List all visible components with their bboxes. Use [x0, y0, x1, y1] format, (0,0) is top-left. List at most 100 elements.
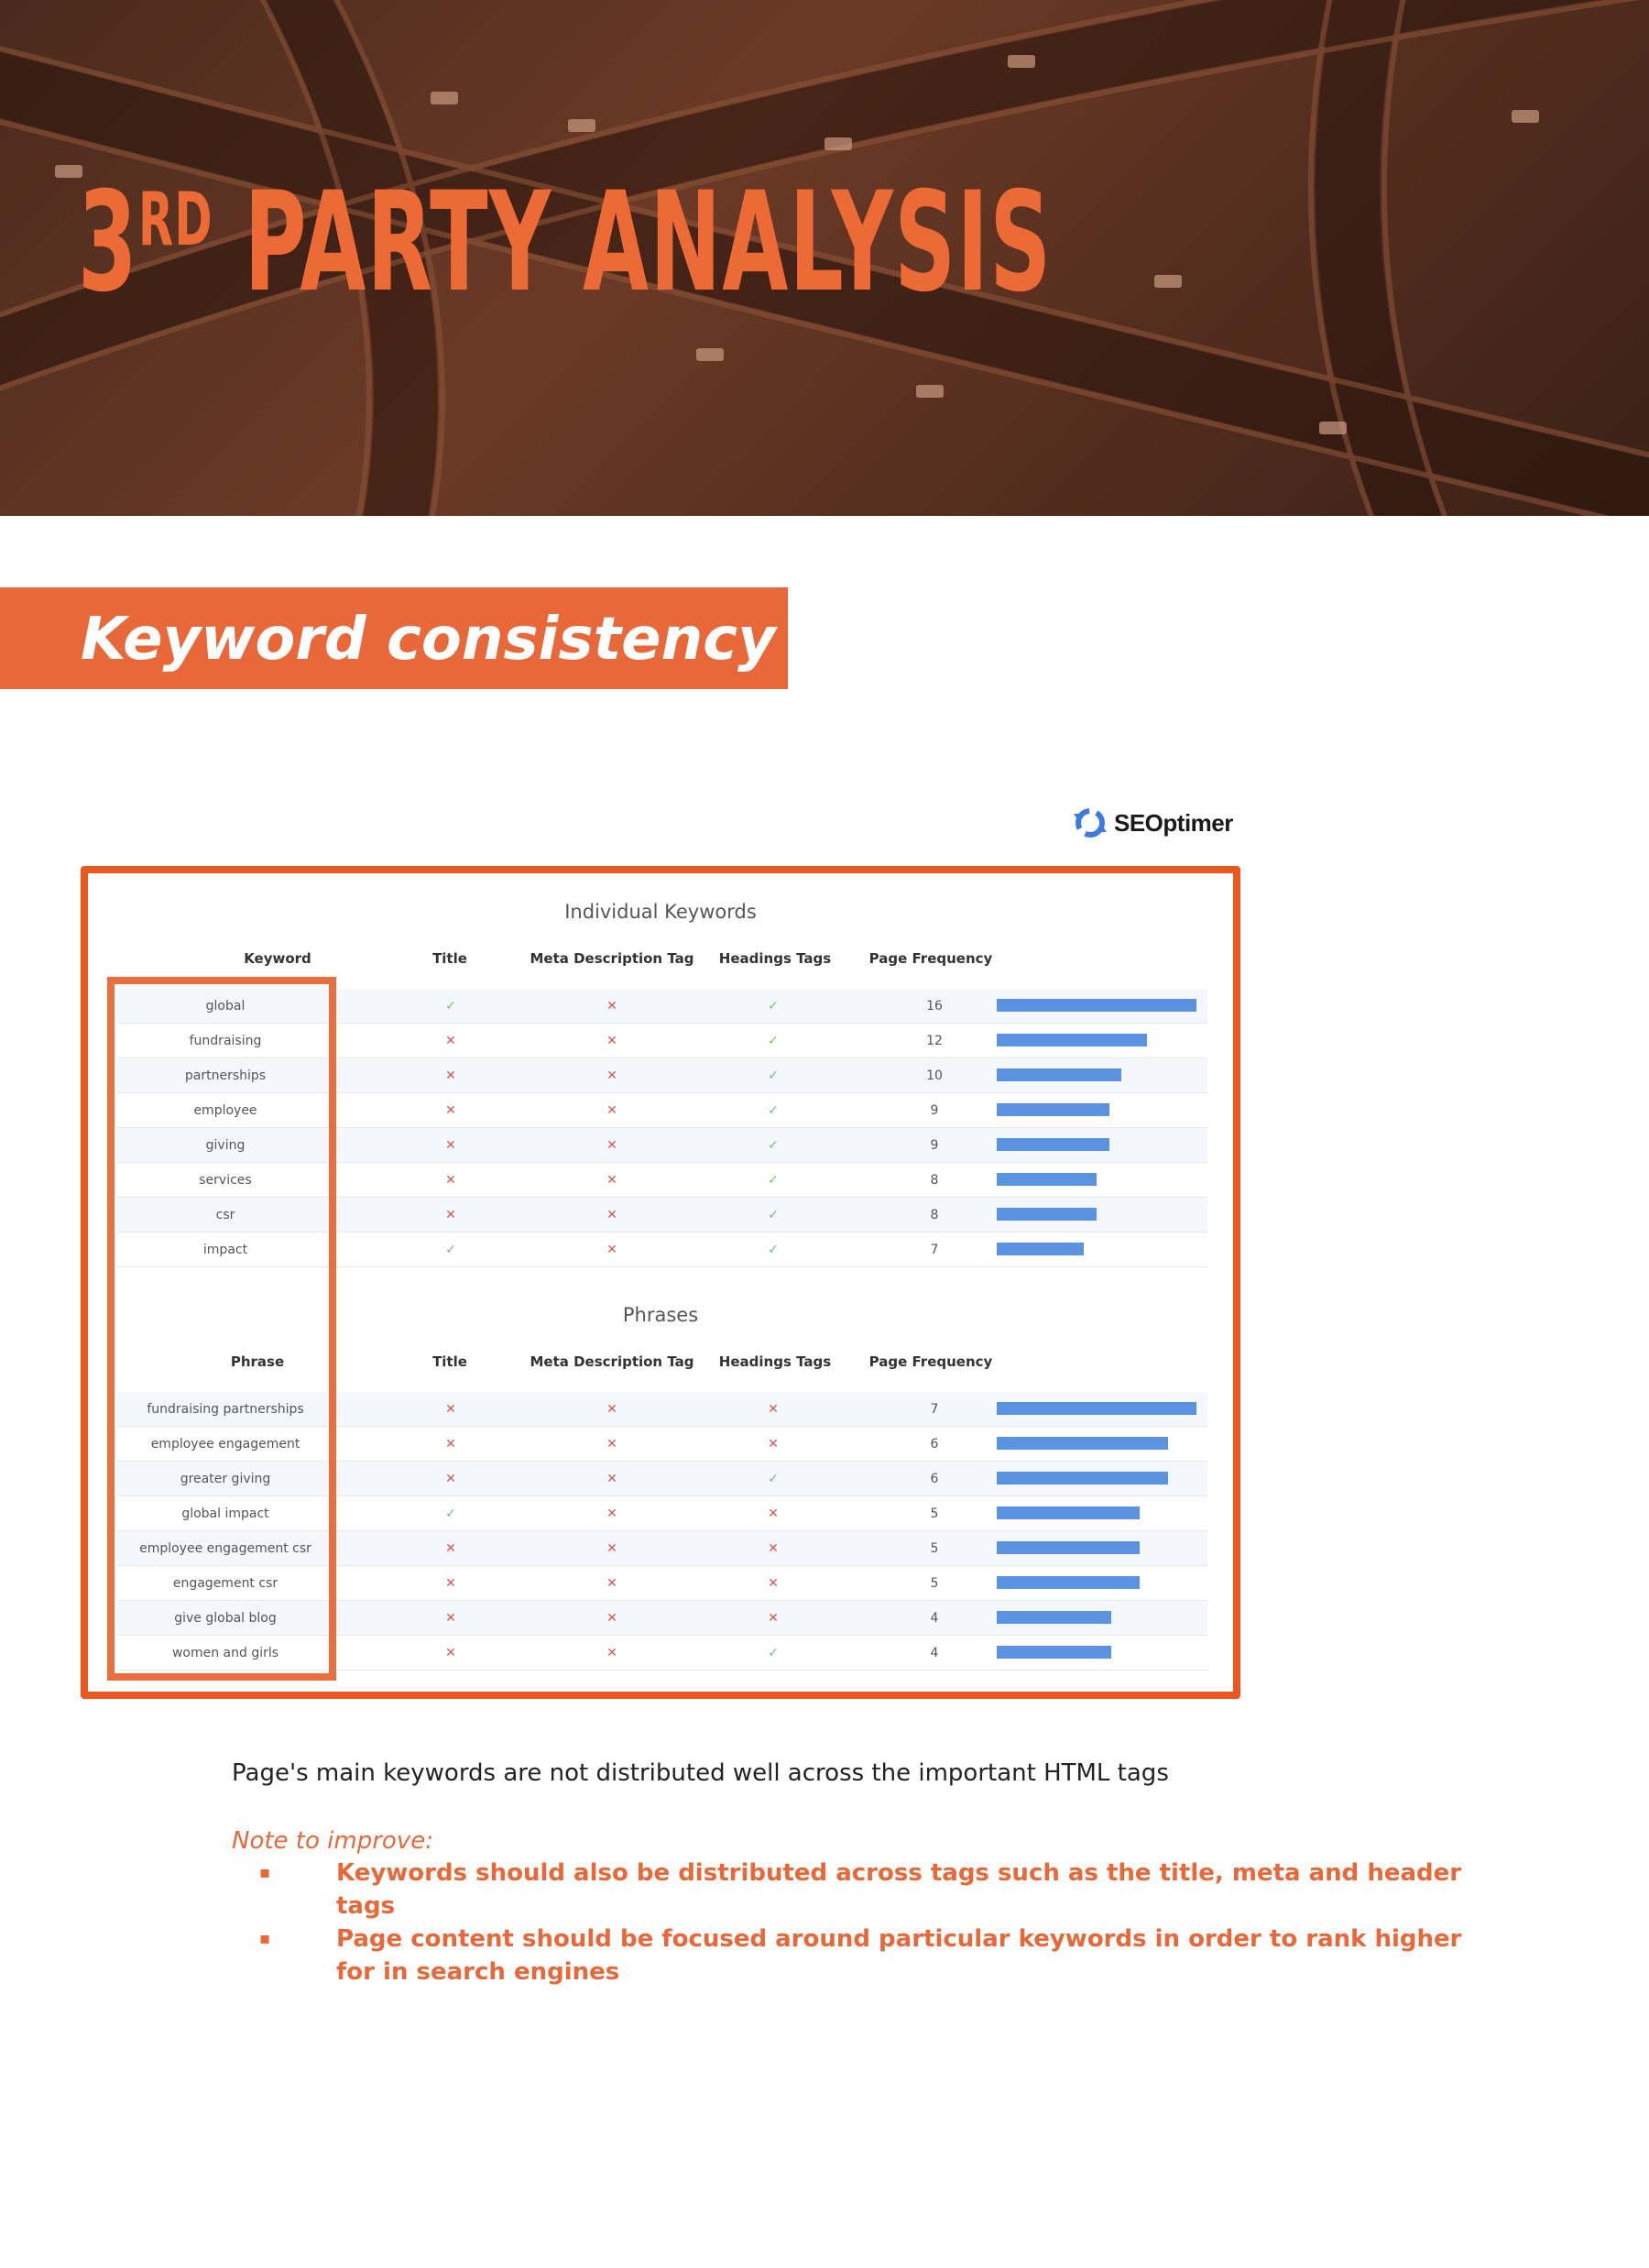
keyword-row: giving ✕ ✕ ✓ 9 [117, 1128, 1207, 1163]
frequency-value-text: 5 [930, 1541, 939, 1556]
frequency-value: 5 [898, 1496, 971, 1531]
phrase-row: employee engagement ✕ ✕ ✕ 6 [117, 1427, 1207, 1462]
note-bullet-list: ▪ Keywords should also be distributed ac… [259, 1857, 1478, 1989]
bullet-marker: ▪ [259, 1863, 271, 1882]
cross-icon: ✕ [606, 1173, 617, 1188]
cross-icon: ✕ [606, 1243, 617, 1257]
row-label-text: fundraising [189, 1034, 262, 1048]
frequency-bar [997, 1103, 1109, 1116]
meta-status: ✕ [575, 1392, 649, 1427]
header-headings-tags: Headings Tags [718, 1353, 832, 1370]
phrase-row: give global blog ✕ ✕ ✕ 4 [117, 1601, 1207, 1636]
summary-text: Page's main keywords are not distributed… [232, 1759, 1169, 1787]
frequency-value: 16 [898, 989, 971, 1024]
meta-status: ✕ [575, 1462, 649, 1496]
row-label: impact [117, 1233, 333, 1267]
meta-status: ✕ [575, 1427, 649, 1462]
check-icon: ✓ [768, 1472, 779, 1486]
cross-icon: ✕ [606, 1576, 617, 1591]
row-label: partnerships [117, 1058, 333, 1093]
cross-icon: ✕ [768, 1576, 779, 1591]
check-icon: ✓ [445, 1507, 456, 1521]
header-page-frequency: Page Frequency [868, 1353, 993, 1370]
headings-status: ✓ [737, 1233, 810, 1267]
title-status: ✕ [414, 1392, 487, 1427]
frequency-bar [997, 1507, 1140, 1519]
row-label: employee engagement csr [117, 1531, 333, 1566]
header-page-frequency: Page Frequency [868, 950, 993, 967]
title-status: ✕ [414, 1427, 487, 1462]
seoptimer-logo: SEOptimer [1070, 803, 1233, 843]
title-status: ✕ [414, 1058, 487, 1093]
frequency-value-text: 5 [930, 1507, 939, 1521]
header-title: Title [432, 950, 467, 967]
row-label-text: services [199, 1173, 252, 1188]
frequency-bar [997, 1243, 1084, 1255]
headings-status: ✓ [737, 1462, 810, 1496]
row-label-text: give global blog [174, 1611, 277, 1626]
cross-icon: ✕ [445, 1402, 456, 1417]
cross-icon: ✕ [445, 1173, 456, 1188]
check-icon: ✓ [445, 1243, 456, 1257]
frequency-value: 6 [898, 1462, 971, 1496]
cross-icon: ✕ [445, 1034, 456, 1048]
phrases-table-title: Phrases [622, 1304, 699, 1326]
row-label: employee [117, 1093, 333, 1128]
title-status: ✕ [414, 1636, 487, 1671]
frequency-value-text: 4 [930, 1646, 939, 1660]
frequency-bar [997, 1034, 1147, 1046]
frequency-value-text: 6 [930, 1437, 939, 1452]
frequency-bar [997, 1646, 1111, 1659]
frequency-value-text: 6 [930, 1472, 939, 1486]
headings-status: ✕ [737, 1496, 810, 1531]
keyword-row: services ✕ ✕ ✓ 8 [117, 1163, 1207, 1198]
headings-status: ✕ [737, 1427, 810, 1462]
row-label-text: greater giving [180, 1472, 271, 1486]
check-icon: ✓ [768, 1034, 779, 1048]
row-label-text: global impact [181, 1507, 269, 1521]
meta-status: ✕ [575, 1496, 649, 1531]
title-status: ✕ [414, 1128, 487, 1163]
bullet-text: Keywords should also be distributed acro… [336, 1859, 1462, 1920]
row-label: global impact [117, 1496, 333, 1531]
bullet-marker: ▪ [259, 1929, 271, 1948]
frequency-value: 4 [898, 1636, 971, 1671]
phrase-row: engagement csr ✕ ✕ ✕ 5 [117, 1566, 1207, 1601]
row-label: fundraising [117, 1024, 333, 1058]
cross-icon: ✕ [768, 1541, 779, 1556]
check-icon: ✓ [768, 1103, 779, 1118]
phrase-row: fundraising partnerships ✕ ✕ ✕ 7 [117, 1392, 1207, 1427]
cross-icon: ✕ [445, 1611, 456, 1626]
cross-icon: ✕ [445, 1576, 456, 1591]
check-icon: ✓ [768, 1138, 779, 1153]
phrase-row: greater giving ✕ ✕ ✓ 6 [117, 1462, 1207, 1496]
frequency-bar [997, 1402, 1196, 1415]
meta-status: ✕ [575, 1233, 649, 1267]
check-icon: ✓ [768, 1646, 779, 1660]
frequency-value-text: 7 [930, 1243, 939, 1257]
frequency-bar [997, 1208, 1097, 1221]
keywords-table-title: Individual Keywords [564, 901, 757, 923]
cross-icon: ✕ [768, 1611, 779, 1626]
frequency-value-text: 8 [930, 1208, 939, 1222]
row-label: give global blog [117, 1601, 333, 1636]
check-icon: ✓ [768, 1243, 779, 1257]
frequency-value-text: 16 [926, 999, 943, 1013]
frequency-value-text: 8 [930, 1173, 939, 1188]
frequency-bar [997, 1138, 1109, 1151]
headings-status: ✓ [737, 1058, 810, 1093]
frequency-bar [997, 999, 1196, 1012]
meta-status: ✕ [575, 1093, 649, 1128]
cross-icon: ✕ [606, 999, 617, 1013]
title-status: ✕ [414, 1601, 487, 1636]
meta-status: ✕ [575, 989, 649, 1024]
keyword-row: global ✓ ✕ ✓ 16 [117, 989, 1207, 1024]
row-label-text: fundraising partnerships [147, 1402, 304, 1417]
frequency-value: 6 [898, 1427, 971, 1462]
row-label: giving [117, 1128, 333, 1163]
frequency-bar [997, 1472, 1168, 1485]
cross-icon: ✕ [606, 1103, 617, 1118]
meta-status: ✕ [575, 1163, 649, 1198]
headings-status: ✓ [737, 1636, 810, 1671]
frequency-value: 8 [898, 1198, 971, 1233]
